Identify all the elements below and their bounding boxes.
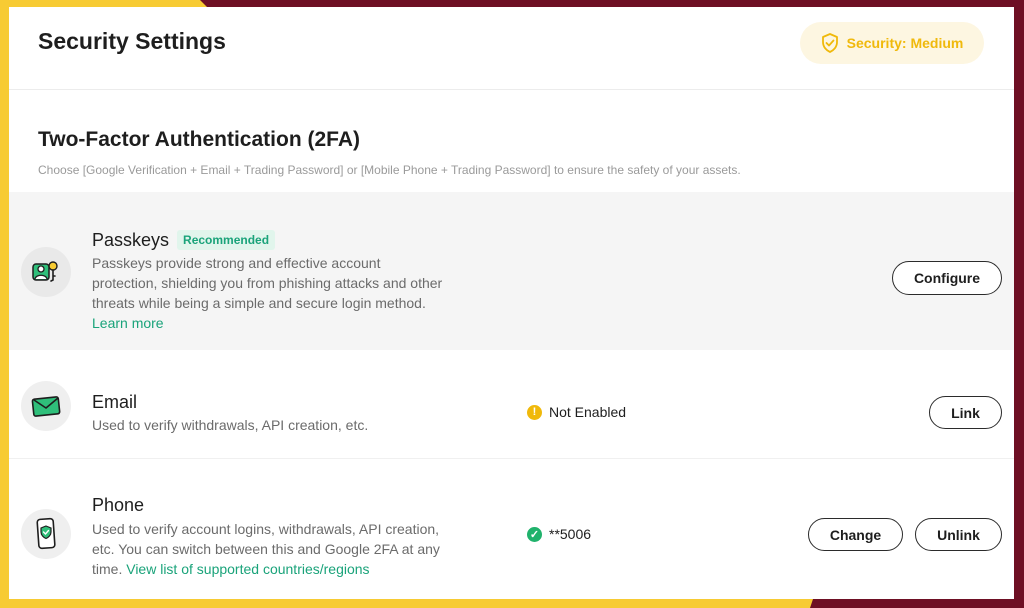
phone-description: Used to verify account logins, withdrawa…: [92, 519, 440, 579]
page-header: Security Settings Security: Medium: [9, 7, 1014, 90]
supported-regions-link[interactable]: View list of supported countries/regions: [126, 561, 369, 577]
passkey-icon: [21, 247, 71, 297]
configure-button[interactable]: Configure: [892, 261, 1002, 295]
passkeys-desc-line: Passkeys provide strong and effective ac…: [92, 255, 381, 271]
passkeys-title-line: Passkeys Recommended: [92, 230, 276, 251]
phone-number-masked: **5006: [549, 526, 592, 542]
phone-icon: [21, 509, 71, 559]
passkeys-desc-line: protection, shielding you from phishing …: [92, 275, 443, 291]
security-settings-card: Security Settings Security: Medium Two-F…: [9, 7, 1014, 599]
link-email-button[interactable]: Link: [929, 396, 1002, 429]
email-description: Used to verify withdrawals, API creation…: [92, 417, 369, 433]
change-phone-button[interactable]: Change: [808, 518, 903, 551]
passkeys-desc-line: threats while being a simple and secure …: [92, 295, 426, 311]
phone-desc-line: etc. You can switch between this and Goo…: [92, 541, 440, 557]
page-title: Security Settings: [38, 28, 226, 54]
email-status-text: Not Enabled: [549, 404, 627, 420]
phone-row: Phone Used to verify account logins, wit…: [9, 459, 1014, 599]
email-title: Email: [92, 392, 138, 412]
warning-icon: !: [527, 404, 542, 420]
unlink-phone-button[interactable]: Unlink: [915, 518, 1002, 551]
security-level-badge: Security: Medium: [800, 22, 984, 64]
passkeys-title: Passkeys: [92, 230, 170, 250]
security-level-text: Security: Medium: [846, 35, 964, 51]
phone-title: Phone: [92, 495, 145, 515]
email-row: Email Used to verify withdrawals, API cr…: [9, 352, 1014, 459]
passkeys-row: Passkeys Recommended Passkeys provide str…: [9, 192, 1014, 350]
passkeys-description: Passkeys provide strong and effective ac…: [92, 253, 442, 333]
shield-check-icon: [821, 33, 838, 53]
phone-desc-line: time.: [92, 561, 123, 577]
section-title: Two-Factor Authentication (2FA): [38, 128, 360, 151]
learn-more-link[interactable]: Learn more: [92, 315, 164, 331]
recommended-badge: Recommended: [177, 230, 276, 250]
check-circle-icon: ✓: [527, 526, 542, 542]
phone-status: ✓ **5006: [527, 526, 591, 542]
email-icon: [21, 381, 71, 431]
email-status: ! Not Enabled: [527, 404, 626, 420]
phone-desc-line: Used to verify account logins, withdrawa…: [92, 521, 440, 537]
section-description: Choose [Google Verification + Email + Tr…: [38, 163, 741, 177]
